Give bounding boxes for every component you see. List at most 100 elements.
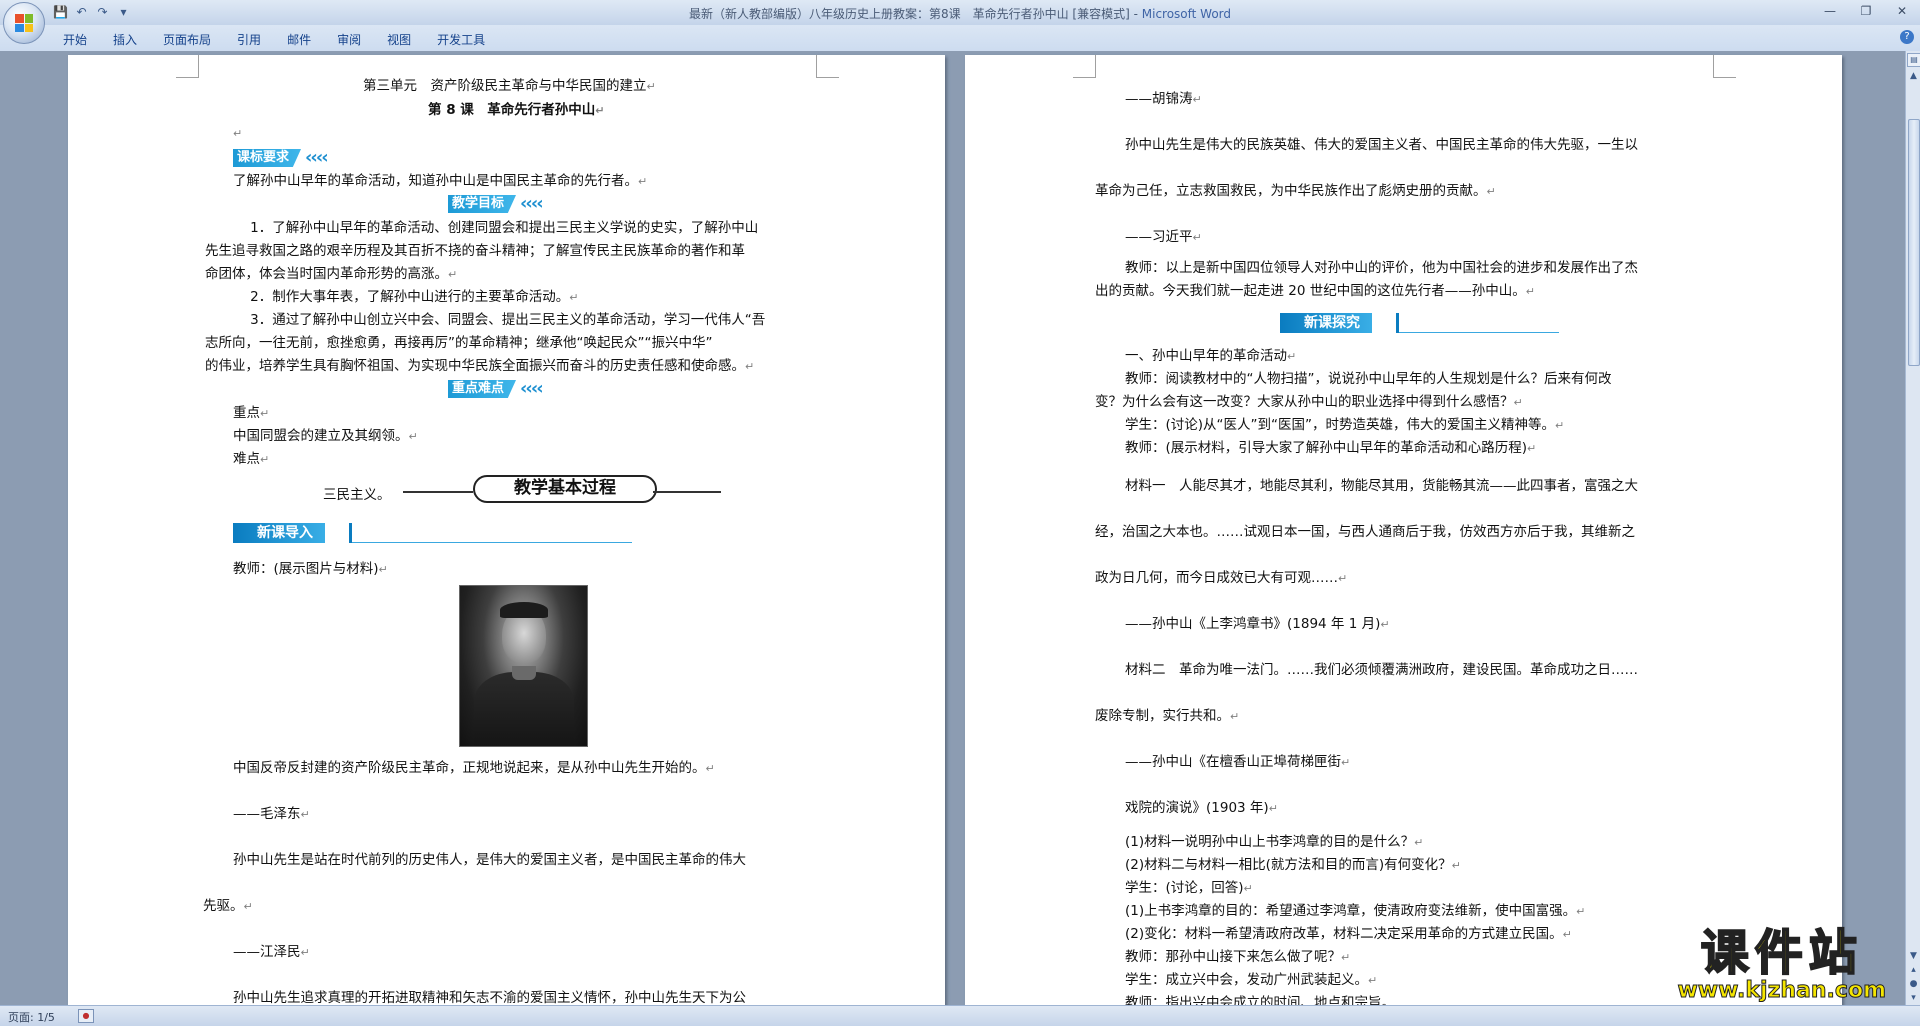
banner-key-points: 重点难点 ‹‹‹‹ [448, 378, 544, 399]
crop-mark [1073, 55, 1096, 78]
attribution-xi: ——习近平↵ [1125, 229, 1202, 245]
quote-jiang-line-2: 先驱。↵ [203, 898, 253, 914]
material-1-line-2: 经，治国之大本也。……试观日本一国，与西人通商后于我，仿效西方亦后于我，其维新之 [1095, 524, 1635, 540]
material-2-source-line-2: 戏院的演说》(1903 年)↵ [1125, 800, 1278, 816]
select-browse-object-icon[interactable]: ● [1906, 977, 1920, 991]
ribbon-tab-bar: 开始 插入 页面布局 引用 邮件 审阅 视图 开发工具 ? [0, 25, 1920, 52]
banner-teaching-goals: 教学目标 ‹‹‹‹ [448, 193, 544, 214]
document-page-2[interactable]: ——胡锦涛↵ 孙中山先生是伟大的民族英雄、伟大的爱国主义者、中国民主革命的伟大先… [965, 55, 1842, 1005]
attribution-hu: ——胡锦涛↵ [1125, 91, 1202, 107]
material-1-line-1: 材料一 人能尽其才，地能尽其利，物能尽其用，货能畅其流——此四事者，富强之大 [1125, 478, 1638, 494]
attribution-mao: ——毛泽东↵ [233, 806, 310, 822]
goal-3-line-1: 3．通过了解孙中山创立兴中会、同盟会、提出三民主义的革命活动，学习一代伟人“吾 [250, 312, 766, 328]
course-requirement-text: 了解孙中山早年的革命活动，知道孙中山是中国民主革命的先行者。↵ [233, 173, 648, 189]
key-label: 重点↵ [233, 405, 270, 421]
tab-home[interactable]: 开始 [50, 29, 100, 50]
goal-1-line-3: 命团体，体会当时国内革命形势的高涨。↵ [205, 266, 458, 282]
chevrons-icon: ‹‹‹‹ [520, 193, 544, 214]
banner-teaching-process: 教学基本过程 [403, 475, 743, 505]
office-button[interactable] [3, 2, 45, 44]
document-workspace: 第三单元 资产阶级民主革命与中华民国的建立↵ 第 8 课 革命先行者孙中山↵ ↵… [0, 51, 1905, 1005]
material-2-line-2: 废除专制，实行共和。↵ [1095, 708, 1240, 724]
tab-view[interactable]: 视图 [374, 29, 424, 50]
teacher-last: 教师：指出兴中会成立的时间、地点和宗旨。 [1125, 995, 1395, 1005]
window-controls: — ❐ ✕ [1820, 3, 1912, 19]
window-title: 最新（新人教部编版）八年级历史上册教案：第8课 革命先行者孙中山 [兼容模式] … [0, 5, 1920, 22]
tab-insert[interactable]: 插入 [100, 29, 150, 50]
goal-3-line-3: 的伟业，培养学生具有胸怀祖国、为实现中华民族全面振兴而奋斗的历史责任感和使命感。… [205, 358, 755, 374]
material-1-source: ——孙中山《上李鸿章书》(1894 年 1 月)↵ [1125, 616, 1390, 632]
scroll-up-icon[interactable]: ▲ [1906, 69, 1920, 83]
paragraph-mark: ↵ [233, 127, 243, 140]
teacher-intro-line-2: 出的贡献。今天我们就一起走进 20 世纪中国的这位先行者——孙中山。↵ [1095, 283, 1535, 299]
help-icon[interactable]: ? [1900, 30, 1914, 44]
office-logo-icon [15, 14, 33, 32]
material-2-line-1: 材料二 革命为唯一法门。……我们必须倾覆满洲政府，建设民国。革命成功之日…… [1125, 662, 1638, 678]
teacher-intro-line-1: 教师：以上是新中国四位领导人对孙中山的评价，他为中国社会的进步和发展作出了杰 [1125, 260, 1638, 276]
close-button[interactable]: ✕ [1892, 3, 1912, 19]
answer-1: (1)上书李鸿章的目的：希望通过李鸿章，使清政府变法维新，使中国富强。↵ [1125, 903, 1586, 919]
document-title: 最新（新人教部编版）八年级历史上册教案：第8课 革命先行者孙中山 [兼容模式] … [688, 7, 1138, 21]
tab-mailings[interactable]: 邮件 [274, 29, 324, 50]
page-number-indicator[interactable]: 页面: 1/5 [8, 1009, 55, 1025]
next-page-icon[interactable]: ▾ [1906, 991, 1920, 1005]
goal-1-line-2: 先生追寻救国之路的艰辛历程及其百折不挠的奋斗精神；了解宣传民主民族革命的著作和革 [205, 243, 745, 259]
teacher-question-line-1: 教师：阅读教材中的“人物扫描”，说说孙中山早年的人生规划是什么？后来有何改 [1125, 371, 1612, 387]
scrollbar-thumb[interactable] [1908, 119, 1920, 366]
ruler-toggle-icon[interactable]: ▤ [1907, 53, 1920, 67]
section-1-heading: 一、孙中山早年的革命活动↵ [1125, 348, 1297, 364]
teacher-show-text: 教师：(展示图片与材料)↵ [233, 561, 388, 577]
goal-1-line-1: 1．了解孙中山早年的革命活动、创建同盟会和提出三民主义学说的史实，了解孙中山 [250, 220, 759, 236]
difficulty-label: 难点↵ [233, 451, 270, 467]
sun-yat-sen-portrait-image [459, 585, 588, 747]
title-bar: 💾 ↶ ↷ ▾ 最新（新人教部编版）八年级历史上册教案：第8课 革命先行者孙中山… [0, 0, 1920, 26]
student-answer-2: 学生：(讨论，回答)↵ [1125, 880, 1253, 896]
watermark-url: www.kjzhan.com [1677, 978, 1887, 1003]
watermark-text: 课件站 [1700, 925, 1863, 981]
banner-new-lesson-explore: 新课探究 [1280, 313, 1560, 333]
question-2: (2)材料二与材料一相比(就方法和目的而言)有何变化？↵ [1125, 857, 1461, 873]
macro-record-icon[interactable]: ● [78, 1009, 94, 1023]
crop-mark [1713, 55, 1736, 78]
restore-button[interactable]: ❐ [1856, 3, 1876, 19]
unit-title: 第三单元 资产阶级民主革命与中华民国的建立↵ [363, 78, 656, 94]
minimize-button[interactable]: — [1820, 3, 1840, 19]
attribution-jiang: ——江泽民↵ [233, 944, 310, 960]
lesson-title: 第 8 课 革命先行者孙中山↵ [428, 102, 605, 118]
material-2-source-line-1: ——孙中山《在檀香山正埠荷梯匣街↵ [1125, 754, 1351, 770]
tab-references[interactable]: 引用 [224, 29, 274, 50]
crop-mark [816, 55, 839, 78]
student-answer-3: 学生：成立兴中会，发动广州武装起义。↵ [1125, 972, 1378, 988]
quote-jiang-line-1: 孙中山先生是站在时代前列的历史伟人，是伟大的爱国主义者，是中国民主革命的伟大 [233, 852, 746, 868]
quote-mao: 中国反帝反封建的资产阶级民主革命，正规地说起来，是从孙中山先生开始的。↵ [233, 760, 715, 776]
document-page-1[interactable]: 第三单元 资产阶级民主革命与中华民国的建立↵ 第 8 课 革命先行者孙中山↵ ↵… [68, 55, 945, 1005]
question-1: (1)材料一说明孙中山上书李鸿章的目的是什么？↵ [1125, 834, 1424, 850]
teacher-show-material: 教师：(展示材料，引导大家了解孙中山早年的革命活动和心路历程)↵ [1125, 440, 1537, 456]
quote-xi-line-2: 革命为己任，立志救国救民，为中华民族作出了彪炳史册的贡献。↵ [1095, 183, 1496, 199]
goal-2: 2．制作大事年表，了解孙中山进行的主要革命活动。↵ [250, 289, 579, 305]
quote-hu-line-1: 孙中山先生追求真理的开拓进取精神和矢志不渝的爱国主义情怀，孙中山先生天下为公 [233, 990, 746, 1005]
material-1-line-3: 政为日几何，而今日成效已大有可观……↵ [1095, 570, 1348, 586]
tab-developer[interactable]: 开发工具 [424, 29, 498, 50]
app-name: Microsoft Word [1141, 7, 1232, 21]
banner-new-lesson-intro: 新课导入 [233, 523, 633, 543]
previous-page-icon[interactable]: ▴ [1906, 963, 1920, 977]
teacher-question-line-2: 变？为什么会有这一改变？大家从孙中山的职业选择中得到什么感悟？↵ [1095, 394, 1523, 410]
quote-xi-line-1: 孙中山先生是伟大的民族英雄、伟大的爱国主义者、中国民主革命的伟大先驱，一生以 [1125, 137, 1638, 153]
answer-2: (2)变化：材料一希望清政府改革，材料二决定采用革命的方式建立民国。↵ [1125, 926, 1572, 942]
difficulty-text: 三民主义。 [323, 487, 391, 503]
student-answer-1: 学生：(讨论)从“医人”到“医国”，时势造英雄，伟大的爱国主义精神等。↵ [1125, 417, 1565, 433]
teacher-next: 教师：那孙中山接下来怎么做了呢？↵ [1125, 949, 1351, 965]
crop-mark [176, 55, 199, 78]
site-watermark-logo: 课件站 www.kjzhan.com [1677, 925, 1887, 1003]
scroll-down-icon[interactable]: ▼ [1906, 949, 1920, 963]
key-text: 中国同盟会的建立及其纲领。↵ [233, 428, 418, 444]
banner-course-requirements: 课标要求 ‹‹‹‹ [233, 147, 329, 168]
chevrons-icon: ‹‹‹‹ [305, 147, 329, 168]
goal-3-line-2: 志所向，一往无前，愈挫愈勇，再接再厉”的革命精神；继承他“唤起民众”“振兴中华” [205, 335, 713, 351]
vertical-scrollbar[interactable]: ▤ ▲ ▼ ▴ ● ▾ [1905, 51, 1920, 1005]
status-bar: 页面: 1/5 ● [0, 1005, 1920, 1026]
chevrons-icon: ‹‹‹‹ [520, 378, 544, 399]
tab-page-layout[interactable]: 页面布局 [150, 29, 224, 50]
tab-review[interactable]: 审阅 [324, 29, 374, 50]
